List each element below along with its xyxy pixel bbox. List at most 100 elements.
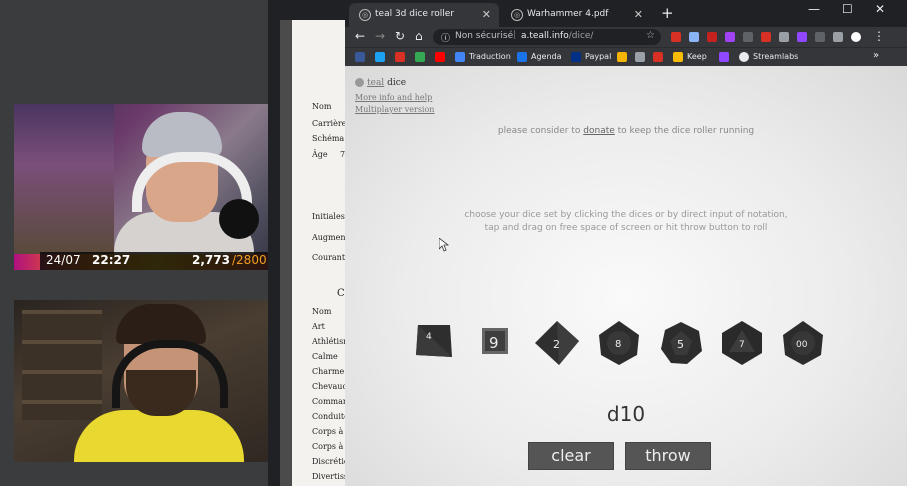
instructions: choose your dice set by clicking the dic… (464, 210, 788, 233)
extension-icon[interactable] (707, 32, 717, 42)
streamer-1-person (114, 112, 254, 270)
sheet-label: Schéma (312, 134, 345, 143)
extension-icon[interactable] (761, 32, 771, 42)
tab-label: teal 3d dice roller (375, 9, 455, 19)
dice-roller-page[interactable]: teal dice More info and help Multiplayer… (345, 66, 907, 486)
sheet-label: Carrière (312, 119, 347, 128)
svg-text:8: 8 (615, 339, 621, 350)
more-bookmarks-icon[interactable]: » (873, 50, 879, 64)
globe-icon: ◎ (359, 9, 371, 21)
close-icon[interactable]: ✕ (482, 8, 491, 21)
extension-icon[interactable] (815, 32, 825, 42)
window-close-icon[interactable]: ✕ (875, 2, 885, 16)
extension-icon[interactable] (725, 32, 735, 42)
logo-icon (355, 78, 364, 87)
minimize-icon[interactable]: — (808, 2, 820, 16)
d12-die[interactable]: 5 (659, 321, 703, 365)
info-icon[interactable]: ⓘ (441, 31, 450, 44)
browser-toolbar: ← → ↻ ⌂ ⓘ Non sécurisé | a.teall.info/di… (345, 27, 907, 47)
svg-text:4: 4 (426, 332, 432, 342)
new-tab-icon[interactable]: + (661, 4, 674, 22)
youtube-icon (435, 52, 445, 62)
skill-row: Calme (312, 352, 338, 361)
sheet-label: Initiales (312, 212, 345, 221)
multiplayer-link[interactable]: Multiplayer version (355, 105, 434, 114)
tab-warhammer-pdf[interactable]: ◎ Warhammer 4.pdf ✕ (501, 3, 651, 27)
more-info-link[interactable]: More info and help (355, 93, 432, 102)
url-text: a.teall.info/dice/ (521, 31, 594, 41)
d6-die[interactable]: 9 (477, 321, 521, 365)
bookmark-icon (617, 52, 627, 62)
globe-icon: ◎ (511, 9, 523, 21)
forward-icon[interactable]: → (375, 29, 385, 43)
overlay-time: 22:27 (92, 253, 131, 267)
drive-icon (415, 52, 425, 62)
menu-dots-icon[interactable]: ⋮ (873, 29, 885, 43)
figurine-shelf (14, 104, 114, 254)
extension-icon[interactable] (779, 32, 789, 42)
tab-label: Warhammer 4.pdf (527, 9, 609, 19)
d8-die[interactable]: 2 (535, 321, 579, 365)
d4-die[interactable]: 4 (412, 321, 456, 365)
extension-icon[interactable] (797, 32, 807, 42)
svg-text:2: 2 (553, 338, 560, 351)
twitch-icon (719, 52, 729, 62)
mouse-cursor-icon (439, 238, 449, 252)
overlay-count: 2,773 (192, 253, 230, 267)
site-brand: teal dice (355, 78, 406, 88)
browser-window: ◎ teal 3d dice roller ✕ ◎ Warhammer 4.pd… (345, 0, 907, 486)
avatar[interactable] (851, 32, 861, 42)
d10-die[interactable]: 8 (597, 321, 641, 365)
sheet-label: Âge (312, 150, 328, 159)
tab-dice-roller[interactable]: ◎ teal 3d dice roller ✕ (349, 3, 499, 27)
d20-die[interactable]: 7 (720, 321, 764, 365)
skill-row: Charme (312, 367, 345, 376)
keep-icon (673, 52, 683, 62)
donate-message: please consider to donate to keep the di… (497, 126, 755, 136)
maximize-icon[interactable]: ☐ (842, 2, 853, 16)
extension-icon[interactable] (743, 32, 753, 42)
close-icon[interactable]: ✕ (634, 8, 643, 21)
facebook-icon (355, 52, 365, 62)
security-label: Non sécurisé (455, 31, 514, 41)
donate-link[interactable]: donate (583, 126, 615, 136)
stream-overlay-bar: 24/07 22:27 2,773 /2800 (40, 252, 272, 270)
bookmark-icon (635, 52, 645, 62)
d100-die[interactable]: 00 (781, 321, 825, 365)
svg-text:9: 9 (489, 334, 499, 352)
back-icon[interactable]: ← (355, 29, 365, 43)
overlay-goal: /2800 (232, 253, 267, 267)
clear-button[interactable]: clear (528, 442, 614, 470)
svg-text:7: 7 (739, 340, 745, 350)
extension-icon[interactable] (671, 32, 681, 42)
skill-row: Art (312, 322, 325, 331)
dice-notation-input[interactable]: d10 (345, 402, 907, 426)
mail-icon (395, 52, 405, 62)
bookmark-star-icon[interactable]: ☆ (646, 30, 655, 41)
home-icon[interactable]: ⌂ (415, 29, 423, 43)
webcam-streamer-2 (14, 300, 300, 462)
bookmark-icon (653, 52, 663, 62)
reload-icon[interactable]: ↻ (395, 29, 405, 43)
bookmarks-bar: Traduction Agenda Paypal Keep Streamlabs… (345, 47, 907, 66)
skill-row: Corps à (312, 442, 344, 451)
address-bar[interactable]: ⓘ Non sécurisé | a.teall.info/dice/ ☆ (433, 29, 661, 45)
paypal-icon (571, 52, 581, 62)
tab-bar: ◎ teal 3d dice roller ✕ ◎ Warhammer 4.pd… (345, 0, 907, 27)
brand-name: dice (387, 78, 407, 88)
brand-prefix-link[interactable]: teal (367, 78, 384, 88)
microphone (219, 199, 259, 239)
overlay-date: 24/07 (46, 253, 81, 267)
extension-icon[interactable] (689, 32, 699, 42)
throw-button[interactable]: throw (625, 442, 711, 470)
twitter-icon (375, 52, 385, 62)
sheet-section-letter: C (337, 288, 345, 299)
puzzle-icon[interactable] (833, 32, 843, 42)
svg-text:00: 00 (796, 340, 808, 350)
sheet-label: Nom (312, 102, 332, 111)
background-shelf (22, 310, 102, 420)
calendar-icon (517, 52, 527, 62)
webcam-streamer-1 (14, 104, 300, 270)
skill-row: Nom (312, 307, 332, 316)
translate-icon (455, 52, 465, 62)
